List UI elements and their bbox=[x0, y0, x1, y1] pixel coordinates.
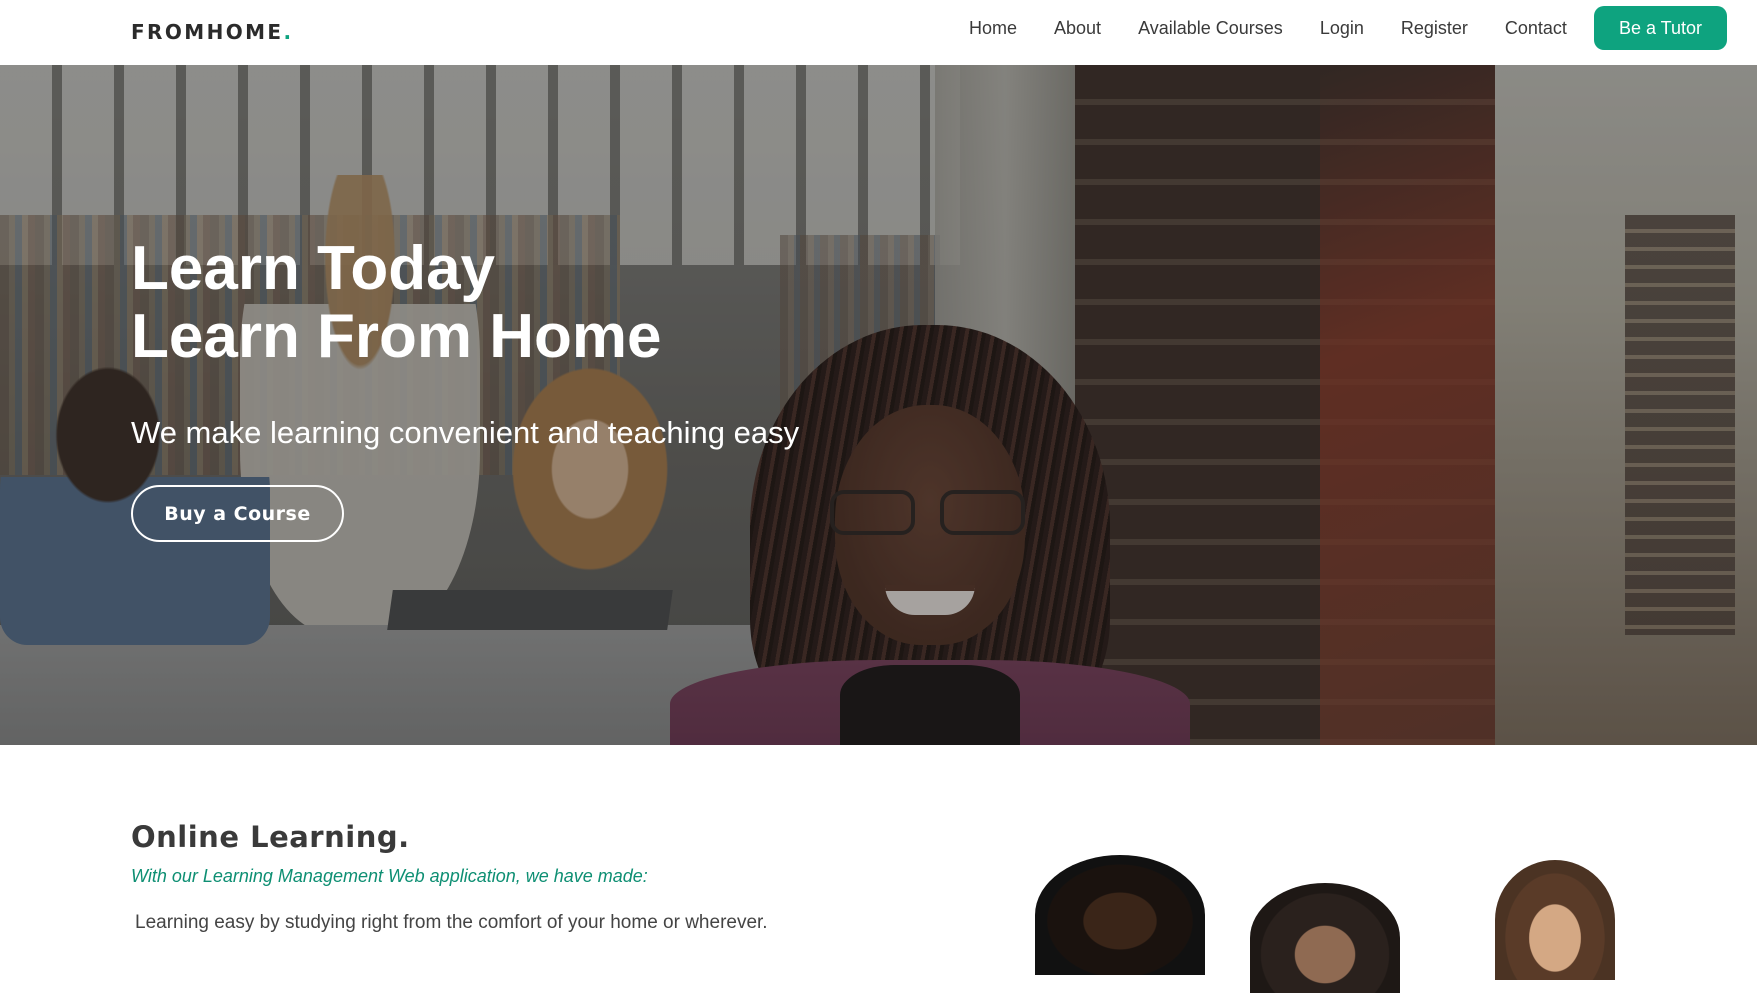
learner-photo-2 bbox=[1250, 883, 1400, 993]
learner-photo-1 bbox=[1035, 855, 1205, 975]
online-learning-point-1: Learning easy by studying right from the… bbox=[135, 912, 768, 933]
nav-links: Home About Available Courses Login Regis… bbox=[969, 6, 1727, 50]
buy-a-course-button[interactable]: Buy a Course bbox=[131, 485, 344, 542]
hero-title: Learn Today Learn From Home bbox=[131, 235, 931, 371]
hero-subtitle: We make learning convenient and teaching… bbox=[131, 415, 800, 450]
learner-photo-3 bbox=[1495, 860, 1615, 980]
nav-link-register[interactable]: Register bbox=[1401, 18, 1468, 39]
nav-link-about[interactable]: About bbox=[1054, 18, 1101, 39]
online-learning-title: Online Learning. bbox=[131, 820, 410, 854]
hero-banner: Learn Today Learn From Home We make lear… bbox=[0, 65, 1757, 745]
top-navbar: FROMHOME. Home About Available Courses L… bbox=[0, 0, 1757, 65]
nav-link-available-courses[interactable]: Available Courses bbox=[1138, 18, 1283, 39]
brand-logo[interactable]: FROMHOME. bbox=[131, 20, 293, 44]
brand-name: FROMHOME bbox=[131, 20, 284, 44]
online-learning-subtitle: With our Learning Management Web applica… bbox=[131, 866, 648, 886]
nav-link-home[interactable]: Home bbox=[969, 18, 1017, 39]
hero-dark-overlay bbox=[0, 65, 1757, 745]
nav-link-login[interactable]: Login bbox=[1320, 18, 1364, 39]
brand-dot: . bbox=[283, 20, 294, 44]
learner-photos bbox=[1020, 855, 1740, 993]
hero-title-line-2: Learn From Home bbox=[131, 302, 662, 371]
be-a-tutor-button[interactable]: Be a Tutor bbox=[1593, 6, 1727, 50]
hero-title-line-1: Learn Today bbox=[131, 234, 496, 303]
nav-link-contact[interactable]: Contact bbox=[1505, 18, 1567, 39]
